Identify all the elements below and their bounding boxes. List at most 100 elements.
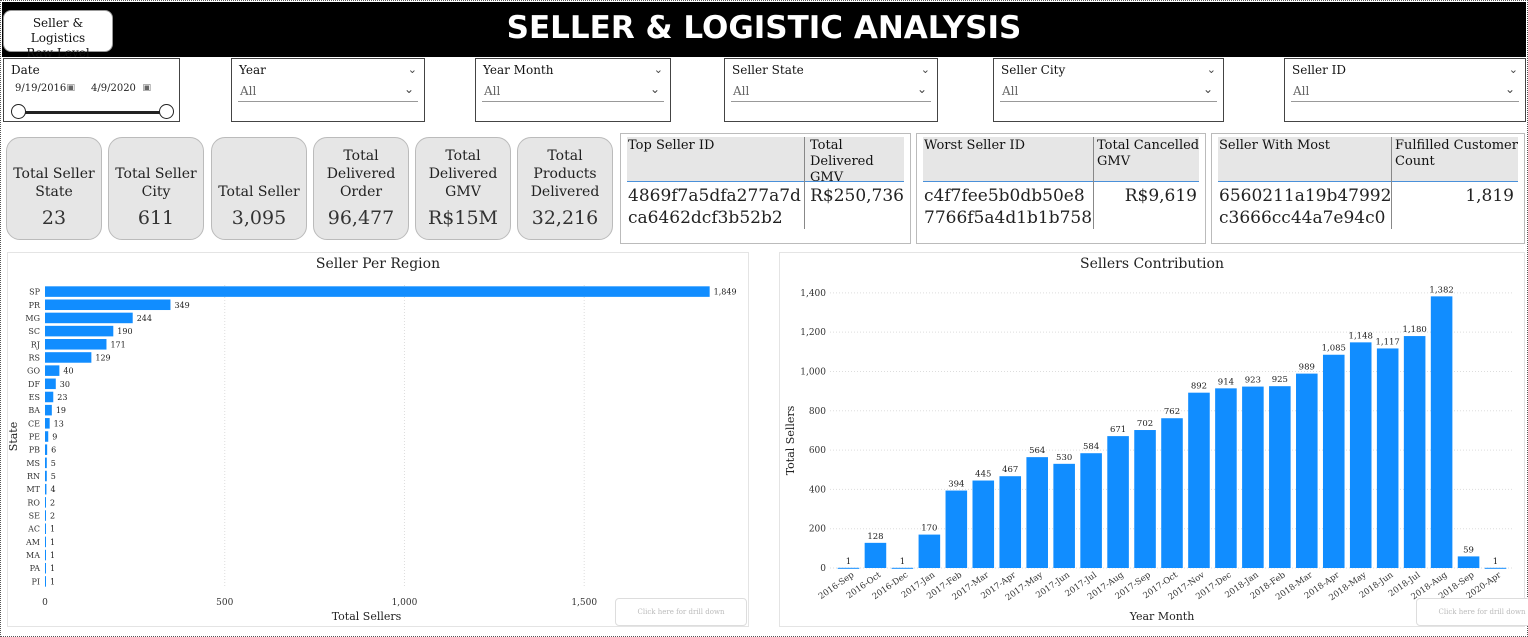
bar <box>1215 388 1237 568</box>
column-divider <box>804 137 805 229</box>
bar <box>45 365 60 376</box>
data-label: 467 <box>1002 465 1018 475</box>
date-range-slider[interactable] <box>18 111 168 114</box>
data-label: 5 <box>51 459 56 468</box>
year-month-slicer[interactable]: Year Month ⌄ All ⌄ <box>475 58 671 122</box>
year-dropdown[interactable]: All ⌄ <box>238 82 418 102</box>
bar <box>45 549 46 561</box>
data-label: 1 <box>846 557 851 567</box>
data-label: 1,180 <box>1402 325 1426 335</box>
kpi-value: 3,095 <box>231 207 287 229</box>
date-end-value: 4/9/2020 <box>91 83 136 94</box>
table-cell-id: c4f7fee5b0db50e8 7766f5a4d1b1b758 <box>924 185 1092 229</box>
table-header-cell[interactable]: Top Seller ID <box>628 138 714 154</box>
seller-city-slicer[interactable]: Seller City ⌄ All ⌄ <box>993 58 1224 122</box>
seller-state-slicer[interactable]: Seller State ⌄ All ⌄ <box>724 58 938 122</box>
bar <box>1107 436 1129 568</box>
raw-level-nav-button[interactable]: Seller & Logistics Raw Level <box>3 10 113 60</box>
data-label: 1 <box>900 557 905 567</box>
bar <box>45 352 92 363</box>
chevron-down-icon: ⌄ <box>916 82 927 96</box>
seller-state-slicer-label: Seller State <box>732 63 804 77</box>
data-label: 6 <box>51 446 56 455</box>
y-tick-label: RN <box>27 472 40 481</box>
kpi-total-delivered-order: Total Delivered Order 96,477 <box>313 137 409 240</box>
slider-end-handle[interactable] <box>159 104 174 119</box>
kpi-value: 23 <box>41 207 67 229</box>
bar <box>1376 348 1399 568</box>
bar <box>1188 392 1210 568</box>
sellers-contribution-panel: Sellers Contribution 0 200 400 600 800 1,000 1… <box>779 252 1528 627</box>
seller-per-region-panel: Seller Per Region 0 500 1,000 1,500 SP 1,849 P… <box>7 252 749 627</box>
y-tick-label: MT <box>26 485 40 494</box>
kpi-value: 96,477 <box>327 207 395 229</box>
drill-down-button[interactable]: Click here for drill down <box>1416 598 1528 626</box>
y-tick-label: 0 <box>820 564 826 574</box>
bar <box>1242 386 1264 568</box>
x-axis-label: Year Month <box>1129 610 1195 623</box>
y-tick-label: MS <box>26 459 40 468</box>
chevron-down-icon[interactable]: ⌄ <box>921 63 930 76</box>
chevron-down-icon: ⌄ <box>1202 82 1213 96</box>
x-tick-label: 500 <box>216 598 233 608</box>
id-line: c4f7fee5b0db50e8 <box>924 186 1085 206</box>
chevron-down-icon[interactable]: ⌄ <box>408 63 417 76</box>
calendar-icon[interactable]: ▣ <box>142 83 151 93</box>
y-tick-label: SP <box>29 288 40 297</box>
y-tick-label: 800 <box>809 407 826 417</box>
table-header-cell[interactable]: Fulfilled Customer Count <box>1395 138 1519 170</box>
worst-seller-table: Worst Seller ID Total Cancelled GMV c4f7… <box>916 133 1206 244</box>
data-label: 564 <box>1029 446 1045 456</box>
chevron-down-icon[interactable]: ⌄ <box>654 63 663 76</box>
bar <box>45 523 46 534</box>
y-tick-label: 1,400 <box>800 289 826 299</box>
calendar-icon[interactable]: ▣ <box>66 83 75 93</box>
data-label: 13 <box>54 419 64 428</box>
data-label: 1 <box>1493 557 1498 567</box>
data-label: 9 <box>52 433 57 442</box>
y-tick-label: BA <box>28 406 40 415</box>
seller-state-dropdown[interactable]: All ⌄ <box>731 82 931 102</box>
id-line: 6560211a19b47992 <box>1219 186 1392 206</box>
year-month-dropdown-value: All <box>484 84 501 98</box>
date-start-field[interactable]: 9/19/2016 ▣ <box>7 78 79 100</box>
id-line: 7766f5a4d1b1b758 <box>924 208 1093 228</box>
table-header-cell[interactable]: Total Cancelled GMV <box>1097 138 1201 170</box>
data-label: 892 <box>1191 382 1207 392</box>
chevron-down-icon[interactable]: ⌄ <box>1207 63 1216 76</box>
bar <box>1349 342 1372 568</box>
seller-city-dropdown-value: All <box>1002 84 1019 98</box>
seller-id-dropdown[interactable]: All ⌄ <box>1291 82 1519 102</box>
table-header-cell[interactable]: Total Delivered GMV <box>810 138 906 186</box>
data-label: 129 <box>95 353 110 362</box>
seller-id-slicer[interactable]: Seller ID ⌄ All ⌄ <box>1284 58 1526 122</box>
bar <box>45 457 47 469</box>
date-end-field[interactable]: 4/9/2020 ▣ <box>83 78 155 100</box>
y-tick-label: RO <box>27 498 40 507</box>
drill-down-button[interactable]: Click here for drill down <box>615 598 747 626</box>
y-tick-label: 400 <box>809 485 826 495</box>
y-tick-label: DF <box>28 380 40 389</box>
year-month-dropdown[interactable]: All ⌄ <box>482 82 664 102</box>
data-label: 30 <box>60 380 70 389</box>
y-tick-label: ES <box>29 393 40 402</box>
y-tick-label: GO <box>27 367 40 376</box>
bar <box>45 536 46 548</box>
bar <box>1134 430 1156 568</box>
table-header-cell[interactable]: Worst Seller ID <box>924 138 1025 154</box>
slider-start-handle[interactable] <box>11 104 26 119</box>
kpi-label: Total Products Delivered <box>530 148 600 200</box>
bar <box>1430 296 1453 568</box>
bar <box>45 391 54 403</box>
seller-city-dropdown[interactable]: All ⌄ <box>1000 82 1217 102</box>
chevron-down-icon[interactable]: ⌄ <box>1509 63 1518 76</box>
year-slicer[interactable]: Year ⌄ All ⌄ <box>231 58 425 122</box>
y-tick-label: PI <box>31 577 40 586</box>
data-label: 671 <box>1110 425 1126 435</box>
table-header-cell[interactable]: Seller With Most <box>1219 138 1330 154</box>
bar <box>1080 453 1102 568</box>
data-label: 914 <box>1218 377 1234 387</box>
id-line: c3666cc44a7e94c0 <box>1219 208 1386 228</box>
data-label: 530 <box>1056 453 1072 463</box>
bar <box>45 576 46 587</box>
